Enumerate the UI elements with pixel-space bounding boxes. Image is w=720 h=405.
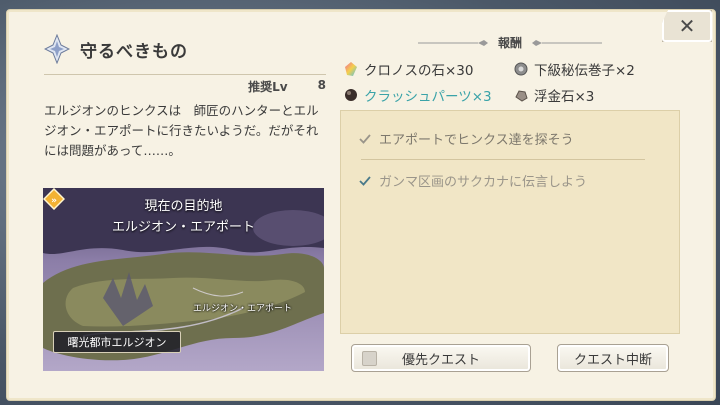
right-ornament-icon: [532, 39, 602, 46]
reward-row: クロノスの石×30 下級秘伝巻子×2: [344, 56, 684, 82]
scroll-gear-icon: [514, 62, 528, 76]
quest-title-row: 守るべきもの: [44, 34, 188, 64]
objective-item: エアポートでヒンクス達を探そう: [359, 129, 574, 148]
abort-quest-label: クエスト中断: [573, 352, 652, 368]
current-destination-name: エルジオン・エアポート: [111, 220, 255, 235]
quest-description: エルジオンのヒンクスは 師匠のハンターとエルジオン・エアポートに行きたいようだ。…: [44, 103, 319, 158]
city-badge: 曙光都市エルジオン: [53, 331, 181, 353]
reward-list: クロノスの石×30 下級秘伝巻子×2 クラッシュパーツ×3 浮金石×3: [344, 56, 684, 108]
left-ornament-icon: [417, 39, 488, 46]
reward-item: 浮金石×3: [514, 85, 684, 105]
svg-text:»: »: [51, 196, 57, 206]
recommended-level-label: 推奨Lv: [248, 80, 288, 94]
rewards-header: 報酬: [380, 34, 640, 51]
crest-icon: [44, 34, 70, 64]
objective-item: ガンマ区画のサクカナに伝言しよう: [359, 171, 587, 190]
reward-label: 下級秘伝巻子×2: [534, 63, 635, 79]
ore-icon: [515, 90, 528, 102]
title-divider: [44, 74, 326, 75]
check-icon: [359, 133, 371, 144]
objective-label: エアポートでヒンクス達を探そう: [379, 133, 574, 148]
rewards-title: 報酬: [497, 36, 522, 50]
destination-marker-icon[interactable]: »: [43, 188, 65, 210]
priority-checkbox[interactable]: [362, 351, 377, 366]
reward-item: クラッシュパーツ×3: [344, 85, 514, 105]
check-icon: [359, 175, 371, 186]
recommended-level: 推奨Lv 8: [44, 78, 326, 95]
current-destination-label: 現在の目的地: [144, 199, 223, 214]
reward-label: クロノスの石×30: [364, 63, 474, 79]
rainbow-crystal-icon: [345, 62, 357, 76]
priority-quest-label: 優先クエスト: [401, 352, 480, 368]
quest-title: 守るべきもの: [80, 41, 188, 62]
reward-label: クラッシュパーツ×3: [364, 89, 492, 105]
map-heading: 現在の目的地 エルジオン・エアポート: [43, 196, 324, 238]
priority-quest-button[interactable]: 優先クエスト: [351, 344, 531, 372]
abort-quest-button[interactable]: クエスト中断: [557, 344, 669, 372]
dark-orb-icon: [345, 89, 357, 101]
reward-item: 下級秘伝巻子×2: [514, 59, 684, 79]
reward-row: クラッシュパーツ×3 浮金石×3: [344, 82, 684, 108]
recommended-level-value: 8: [317, 78, 326, 92]
reward-item: クロノスの石×30: [344, 59, 514, 79]
reward-label: 浮金石×3: [534, 89, 595, 105]
objective-label: ガンマ区画のサクカナに伝言しよう: [379, 175, 588, 190]
destination-map[interactable]: 現在の目的地 エルジオン・エアポート » エルジオン・エアポート 曙光都市エルジ…: [43, 188, 324, 371]
map-marker-label: エルジオン・エアポート: [193, 304, 293, 314]
objective-list: エアポートでヒンクス達を探そう ガンマ区画のサクカナに伝言しよう: [340, 110, 680, 334]
objective-divider: [361, 159, 645, 160]
close-button[interactable]: ✕: [662, 10, 712, 42]
close-icon: ✕: [678, 14, 696, 38]
